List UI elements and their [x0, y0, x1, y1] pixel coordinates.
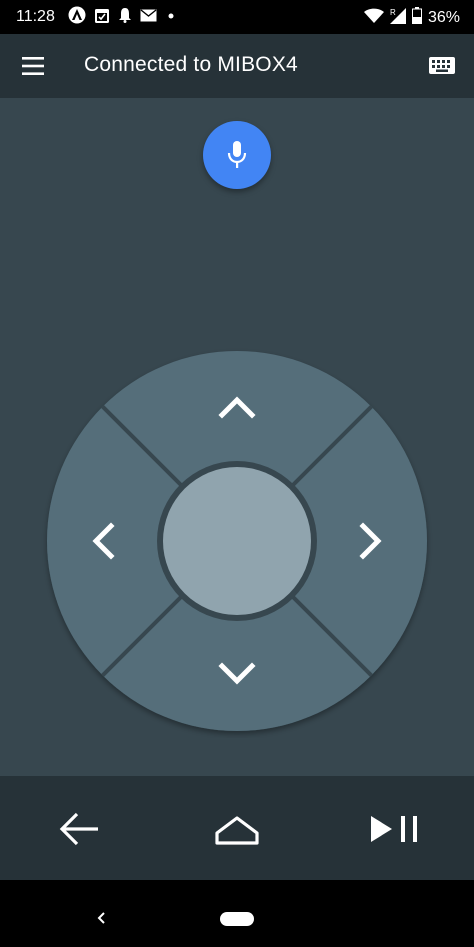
- voice-search-button[interactable]: [203, 121, 271, 189]
- nav-back-icon[interactable]: [94, 910, 108, 926]
- home-icon: [215, 816, 259, 845]
- email-icon: [140, 8, 157, 26]
- back-button[interactable]: [50, 806, 110, 852]
- calendar-icon: [94, 7, 110, 28]
- status-time: 11:28: [16, 8, 55, 25]
- remote-area: [0, 98, 474, 776]
- play-pause-button[interactable]: [366, 806, 426, 852]
- dpad: [47, 351, 427, 731]
- app-bar: Connected to MIBOX4: [0, 34, 474, 98]
- dpad-center-button[interactable]: [163, 467, 311, 615]
- android-auto-icon: [68, 6, 86, 28]
- keyboard-icon: [429, 57, 455, 74]
- system-nav-bar: [0, 880, 474, 947]
- svg-text:R: R: [390, 8, 396, 17]
- menu-button[interactable]: [14, 48, 52, 84]
- nav-home-pill[interactable]: [220, 912, 254, 926]
- signal-icon: R: [389, 7, 406, 28]
- page-title: Connected to MIBOX4: [84, 53, 298, 76]
- wifi-icon: [363, 8, 384, 28]
- home-button[interactable]: [207, 806, 267, 852]
- bottom-controls: [0, 776, 474, 880]
- back-arrow-icon: [59, 812, 98, 846]
- bell-icon: [118, 7, 132, 27]
- status-bar: 11:28 R 36%: [0, 0, 474, 34]
- battery-percent: 36%: [427, 8, 460, 26]
- play-pause-icon: [371, 816, 417, 842]
- battery-icon: [411, 7, 422, 28]
- dot-icon: [165, 9, 177, 26]
- menu-icon: [22, 57, 44, 75]
- keyboard-button[interactable]: [422, 48, 462, 84]
- microphone-icon: [227, 141, 247, 168]
